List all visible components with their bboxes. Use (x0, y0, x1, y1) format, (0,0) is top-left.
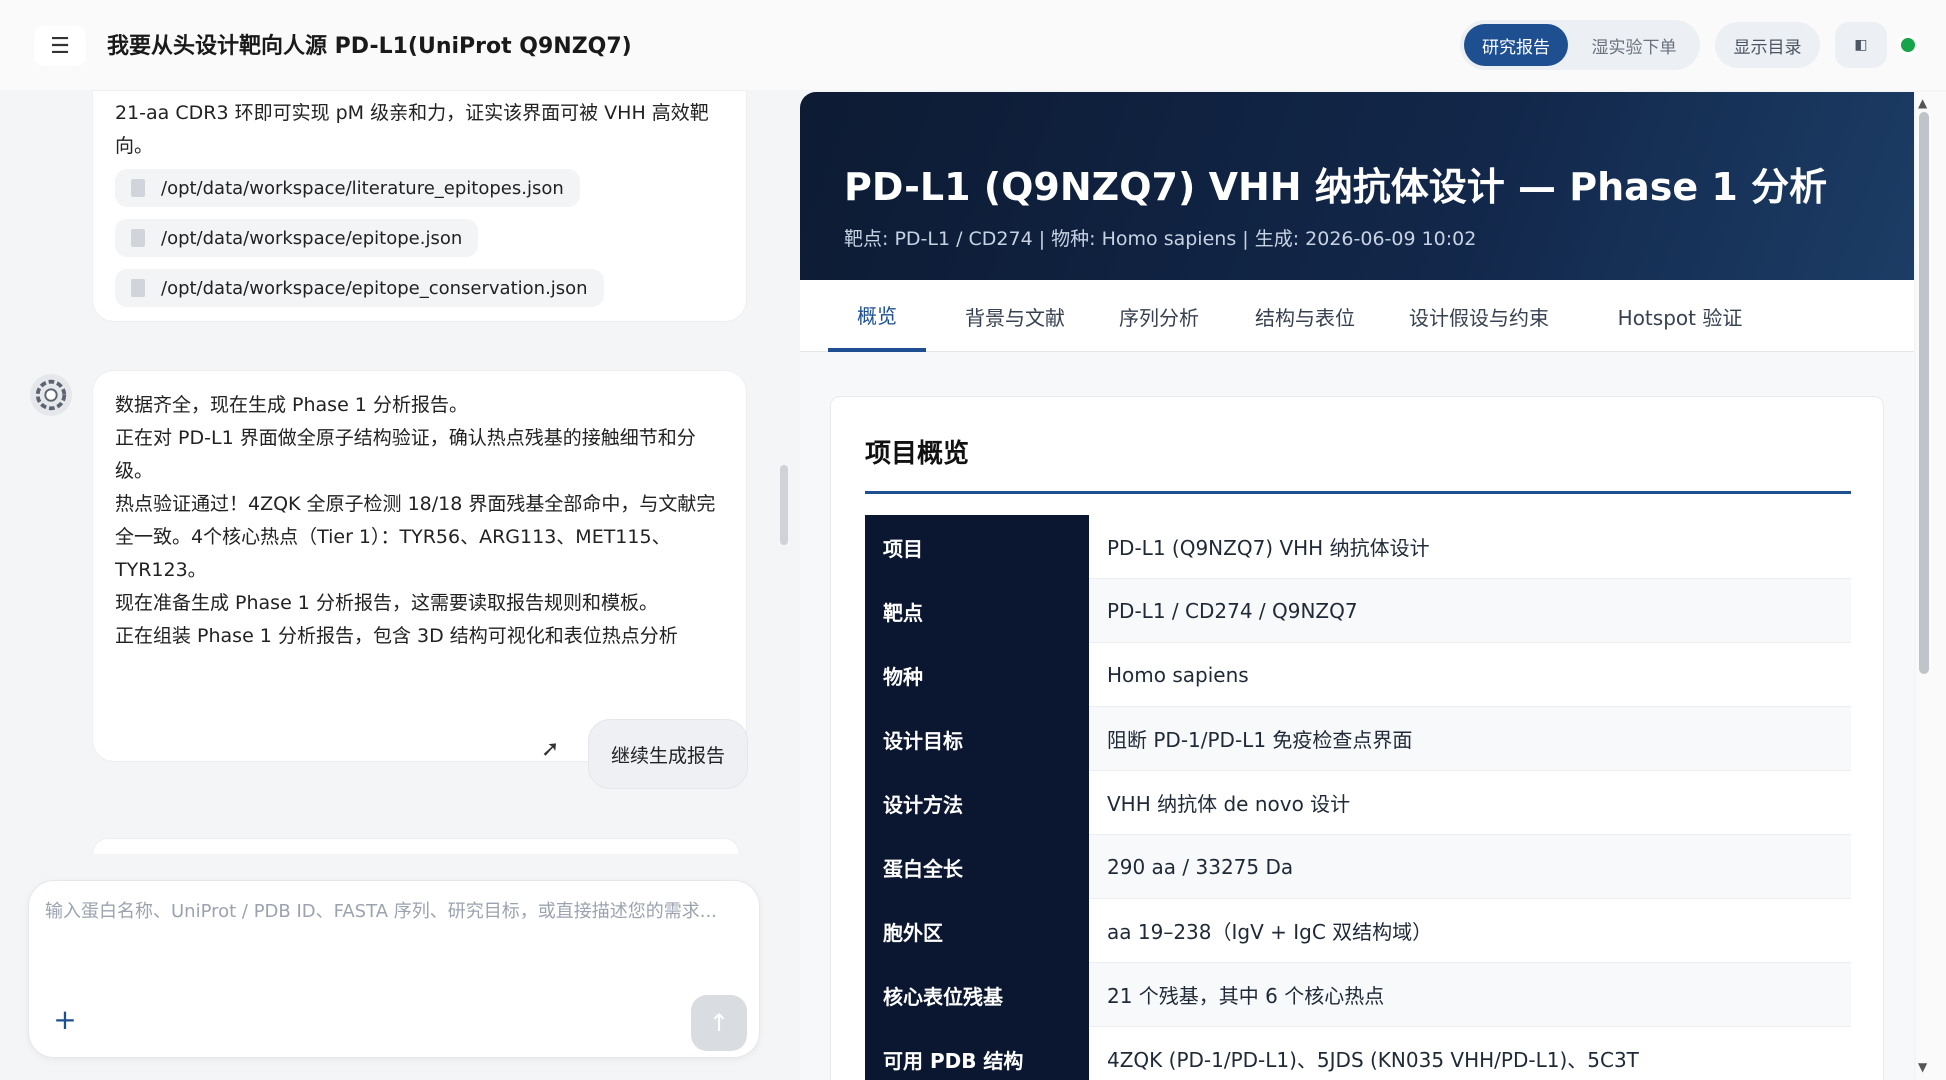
message-line: 现在准备生成 Phase 1 分析报告，这需要读取报告规则和模板。 (115, 592, 658, 614)
tab-research-report[interactable]: 研究报告 (1464, 24, 1568, 66)
row-value: aa 19–238（IgV + IgC 双结构域） (1089, 899, 1851, 963)
file-icon (131, 179, 145, 197)
report-meta: 靶点: PD-L1 / CD274 | 物种: Homo sapiens | 生… (844, 228, 1477, 250)
send-button[interactable]: ↑ (691, 995, 747, 1051)
mouse-cursor-icon: ➚ (541, 737, 560, 762)
report-title: PD-L1 (Q9NZQ7) VHH 纳抗体设计 — Phase 1 分析 (844, 165, 1828, 209)
message-line: 正在组装 Phase 1 分析报告，包含 3D 结构可视化和表位热点分析 (115, 625, 678, 647)
row-value: PD-L1 (Q9NZQ7) VHH 纳抗体设计 (1089, 515, 1851, 579)
table-row: 胞外区 aa 19–238（IgV + IgC 双结构域） (865, 899, 1851, 963)
tab-wet-lab-order[interactable]: 湿实验下单 (1572, 24, 1696, 66)
scroll-up-icon[interactable]: ▲ (1918, 96, 1927, 110)
row-key: 靶点 (865, 579, 1089, 643)
file-path: /opt/data/workspace/epitope_conservation… (161, 277, 588, 299)
page-title: 我要从头设计靶向人源 PD-L1(UniProt Q9NZQ7) (107, 34, 632, 59)
table-row: 可用 PDB 结构 4ZQK (PD-1/PD-L1)、5JDS (KN035 V… (865, 1027, 1851, 1080)
row-value: Homo sapiens (1089, 643, 1851, 707)
table-row: 设计目标 阻断 PD-1/PD-L1 免疫检查点界面 (865, 707, 1851, 771)
report-header: PD-L1 (Q9NZQ7) VHH 纳抗体设计 — Phase 1 分析 靶点… (800, 92, 1914, 280)
chat-panel: 21-aa CDR3 环即可实现 pM 级亲和力，证实该界面可被 VHH 高效靶… (0, 90, 800, 1080)
menu-icon[interactable]: ☰ (34, 26, 86, 66)
tab-background[interactable]: 背景与文献 (950, 280, 1080, 352)
assistant-message: 数据齐全，现在生成 Phase 1 分析报告。 正在对 PD-L1 界面做全原子… (92, 370, 747, 762)
file-chip[interactable]: /opt/data/workspace/epitope_conservation… (115, 269, 604, 307)
file-list: /opt/data/workspace/literature_epitopes.… (115, 165, 724, 315)
chat-input[interactable] (45, 895, 745, 975)
message-text: 21-aa CDR3 环即可实现 pM 级亲和力，证实该界面可被 VHH 高效靶… (115, 102, 709, 157)
row-key: 项目 (865, 515, 1089, 579)
table-row: 靶点 PD-L1 / CD274 / Q9NZQ7 (865, 579, 1851, 643)
row-value: 290 aa / 33275 Da (1089, 835, 1851, 899)
message-line: 数据齐全，现在生成 Phase 1 分析报告。 (115, 394, 468, 416)
overview-card: 项目概览 项目 PD-L1 (Q9NZQ7) VHH 纳抗体设计 靶点 PD-L1 … (830, 396, 1884, 1080)
row-value: 21 个残基，其中 6 个核心热点 (1089, 963, 1851, 1027)
chat-scrollbar[interactable] (780, 465, 788, 545)
status-indicator (1897, 34, 1919, 56)
table-row: 蛋白全长 290 aa / 33275 Da (865, 835, 1851, 899)
file-icon (131, 229, 145, 247)
row-key: 蛋白全长 (865, 835, 1089, 899)
section-title: 项目概览 (865, 439, 970, 469)
row-key: 设计方法 (865, 771, 1089, 835)
report-panel: PD-L1 (Q9NZQ7) VHH 纳抗体设计 — Phase 1 分析 靶点… (800, 92, 1914, 1080)
message-line: 热点验证通过！4ZQK 全原子检测 18/18 界面残基全部命中，与文献完全一致… (115, 493, 716, 581)
row-value: VHH 纳抗体 de novo 设计 (1089, 771, 1851, 835)
show-toc-button[interactable]: 显示目录 (1715, 22, 1820, 68)
user-message: 继续生成报告 (588, 719, 748, 789)
row-value: 4ZQK (PD-1/PD-L1)、5JDS (KN035 VHH/PD-L1)… (1089, 1027, 1851, 1080)
tab-design-hypothesis[interactable]: 设计假设与约束 (1394, 280, 1564, 352)
row-value: PD-L1 / CD274 / Q9NZQ7 (1089, 579, 1851, 643)
file-path: /opt/data/workspace/literature_epitopes.… (161, 177, 564, 199)
table-row: 核心表位残基 21 个残基，其中 6 个核心热点 (865, 963, 1851, 1027)
file-path: /opt/data/workspace/epitope.json (161, 227, 463, 249)
scroll-down-icon[interactable]: ▼ (1918, 1060, 1927, 1074)
table-row: 项目 PD-L1 (Q9NZQ7) VHH 纳抗体设计 (865, 515, 1851, 579)
section-divider (865, 491, 1851, 494)
mode-switch: 研究报告 湿实验下单 (1460, 20, 1700, 70)
add-attachment-button[interactable]: + (49, 1003, 81, 1036)
top-bar: ☰ 我要从头设计靶向人源 PD-L1(UniProt Q9NZQ7) 研究报告 … (0, 0, 1946, 90)
message-composer: + ↑ (28, 880, 760, 1058)
assistant-avatar-icon (30, 374, 72, 416)
row-key: 胞外区 (865, 899, 1089, 963)
overview-table: 项目 PD-L1 (Q9NZQ7) VHH 纳抗体设计 靶点 PD-L1 / CD2… (865, 515, 1851, 1080)
partial-message (92, 838, 740, 854)
tab-hotspot[interactable]: Hotspot 验证 (1590, 280, 1770, 352)
report-scrollbar-thumb[interactable] (1919, 112, 1929, 674)
tab-overview[interactable]: 概览 (828, 280, 926, 352)
row-key: 可用 PDB 结构 (865, 1027, 1089, 1080)
file-chip[interactable]: /opt/data/workspace/literature_epitopes.… (115, 169, 580, 207)
assistant-message: 21-aa CDR3 环即可实现 pM 级亲和力，证实该界面可被 VHH 高效靶… (92, 90, 747, 322)
toggle-panel-icon[interactable]: ◧ (1835, 22, 1887, 68)
table-row: 设计方法 VHH 纳抗体 de novo 设计 (865, 771, 1851, 835)
row-key: 物种 (865, 643, 1089, 707)
file-chip[interactable]: /opt/data/workspace/epitope.json (115, 219, 479, 257)
tab-sequence[interactable]: 序列分析 (1104, 280, 1214, 352)
report-tabs: 概览 背景与文献 序列分析 结构与表位 设计假设与约束 Hotspot 验证 (800, 280, 1914, 352)
table-row: 物种 Homo sapiens (865, 643, 1851, 707)
row-key: 设计目标 (865, 707, 1089, 771)
tab-structure[interactable]: 结构与表位 (1240, 280, 1370, 352)
status-dot-icon (1901, 38, 1915, 52)
message-line: 正在对 PD-L1 界面做全原子结构验证，确认热点残基的接触细节和分级。 (115, 427, 696, 482)
file-icon (131, 279, 145, 297)
row-value: 阻断 PD-1/PD-L1 免疫检查点界面 (1089, 707, 1851, 771)
row-key: 核心表位残基 (865, 963, 1089, 1027)
